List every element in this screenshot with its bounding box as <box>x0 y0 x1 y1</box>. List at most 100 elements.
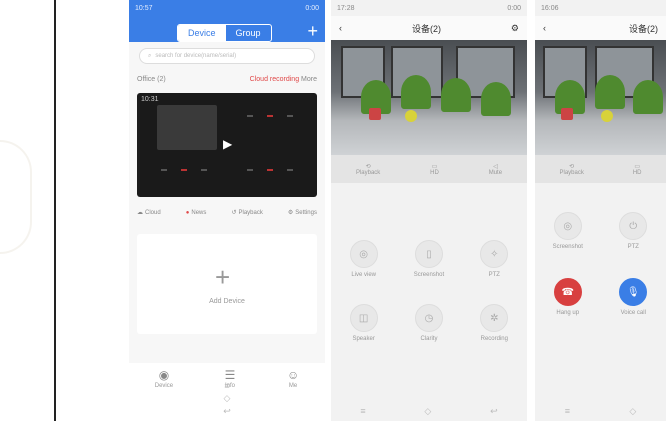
playback-label: Playback <box>559 169 584 176</box>
news-tool[interactable]: ● News <box>186 209 207 216</box>
indicator <box>247 115 253 117</box>
ptz-label: PTZ <box>627 244 639 250</box>
playback-icon: ⟲ <box>569 163 575 170</box>
pot <box>601 110 613 122</box>
page-title: 设备(2) <box>629 23 658 34</box>
indicator <box>161 169 167 171</box>
live-view-button[interactable]: ◎ Live view <box>339 240 389 278</box>
hd-label: HD <box>632 169 642 176</box>
status-bar: 17:28 0:00 <box>331 0 527 16</box>
playback-label: Playback <box>355 169 381 176</box>
news-label: News <box>191 209 207 216</box>
settings-label: Settings <box>295 209 317 216</box>
user-icon: ☺ <box>286 368 300 382</box>
plant <box>401 75 431 109</box>
back-icon[interactable]: ‹ <box>543 23 546 33</box>
eye-icon: ◎ <box>349 240 378 268</box>
speaker-icon: ◫ <box>349 304 378 332</box>
clock-icon: ◷ <box>414 304 443 332</box>
phone-live-view: 17:28 0:00 ‹ 设备(2) ⚙ ⟲ Playback ▭ HD ◁ Mute… <box>331 0 527 421</box>
mute-control[interactable]: ◁ Mute <box>489 163 502 176</box>
hang-up-label: Hang up <box>556 310 580 316</box>
system-nav: ≡ ◇ ↩ <box>129 381 325 417</box>
playback-control[interactable]: ⟲ Playback <box>559 163 583 176</box>
office-label[interactable]: Office <box>137 76 155 83</box>
cloud-icon: ☁ <box>137 210 143 216</box>
menu-icon[interactable]: ≡ <box>565 406 570 417</box>
home-icon[interactable]: ◇ <box>629 406 636 417</box>
camera-feed[interactable] <box>331 40 527 155</box>
microphone-icon: 🎙 <box>619 278 648 306</box>
divider-line <box>54 0 56 421</box>
control-grid: ◎ Live view ▯ Screenshot ✧ PTZ ◫ Speaker ◷ Cl… <box>331 240 527 368</box>
add-device-label: Add Device <box>209 298 245 305</box>
bottom-nav: ◉ Device ☰ Info ☺ Me ≡ ◇ ↩ <box>129 363 325 421</box>
home-icon[interactable]: ◇ <box>224 393 231 404</box>
tab-group[interactable]: Group <box>226 25 271 41</box>
back-icon[interactable]: ‹ <box>339 23 342 33</box>
search-input[interactable]: ⌕ search for device(name/serial) <box>139 48 315 64</box>
voice-call-button[interactable]: 🎙 Voice call <box>608 278 658 316</box>
hd-icon: ▭ <box>431 163 438 170</box>
back-icon[interactable]: ↩ <box>223 406 231 417</box>
playback-tool[interactable]: ↺ Playback <box>231 209 262 217</box>
toolbar: ☁ Cloud ● News ↺ Playback ⚙ Settings <box>129 201 325 224</box>
status-bar: 10:57 0:00 <box>129 0 325 16</box>
gear-icon[interactable]: ⚙ <box>511 23 519 34</box>
indicator <box>287 169 293 171</box>
speaker-button[interactable]: ◫ Speaker <box>339 304 389 342</box>
settings-tool[interactable]: ⚙ Settings <box>288 209 317 217</box>
pot <box>405 110 417 122</box>
hd-control[interactable]: ▭ HD <box>430 163 439 176</box>
ptz-icon: ✧ <box>480 240 509 268</box>
office-count: (2) <box>157 76 166 83</box>
menu-icon[interactable]: ≡ <box>360 406 365 417</box>
video-scene <box>157 105 217 150</box>
hang-up-button[interactable]: ☎ Hang up <box>543 278 593 316</box>
ptz-label: PTZ <box>488 272 500 278</box>
pot <box>561 108 573 120</box>
tab-device[interactable]: Device <box>178 25 226 41</box>
device-group-toggle: Device Group <box>177 24 272 42</box>
clarity-button[interactable]: ◷ Clarity <box>404 304 454 342</box>
status-right: 0:00 <box>305 4 319 12</box>
indicator <box>181 169 187 171</box>
indicator <box>267 115 273 117</box>
add-device-card[interactable]: + Add Device <box>137 234 317 334</box>
cloud-recording-link[interactable]: Cloud recording <box>250 76 299 83</box>
screenshot-button[interactable]: ◎ Screenshot <box>543 212 593 250</box>
menu-icon[interactable]: ≡ <box>224 381 229 391</box>
screenshot-button[interactable]: ▯ Screenshot <box>404 240 454 278</box>
video-preview[interactable]: 10:31 ▶ <box>137 93 317 197</box>
indicator <box>287 115 293 117</box>
news-icon: ● <box>185 209 190 216</box>
plant <box>481 82 511 116</box>
recording-button[interactable]: ✲ Recording <box>469 304 519 342</box>
more-link[interactable]: More <box>301 76 317 83</box>
screenshot-label: Screenshot <box>552 244 583 250</box>
phone-device-list: 10:57 0:00 Device Group + ⌕ search for d… <box>129 0 325 421</box>
system-nav: ≡ ◇ <box>535 406 666 417</box>
plant <box>633 80 663 114</box>
ptz-button[interactable]: ✧ PTZ <box>469 240 519 278</box>
group-row: Office (2) Cloud recording More <box>129 70 325 89</box>
hd-control[interactable]: ▭ HD <box>633 163 642 176</box>
playback-icon: ↺ <box>231 210 237 216</box>
playback-control[interactable]: ⟲ Playback <box>356 163 380 176</box>
cloud-tool[interactable]: ☁ Cloud <box>137 209 161 217</box>
back-icon[interactable]: ↩ <box>490 406 498 417</box>
phone-icon: ▯ <box>414 240 443 268</box>
record-icon: ✲ <box>480 304 509 332</box>
list-icon: ☰ <box>224 368 236 382</box>
indicator <box>247 169 253 171</box>
camera-feed[interactable] <box>535 40 666 155</box>
add-icon[interactable]: + <box>307 22 318 40</box>
eye-icon: ◎ <box>553 212 582 240</box>
status-time: 10:57 <box>135 4 153 12</box>
ptz-button[interactable]: ⏻ PTZ <box>608 212 658 250</box>
speaker-icon: ◁ <box>493 163 498 170</box>
home-icon[interactable]: ◇ <box>424 406 431 417</box>
indicator <box>267 169 273 171</box>
play-icon[interactable]: ▶ <box>223 137 232 151</box>
clarity-label: Clarity <box>420 336 438 342</box>
